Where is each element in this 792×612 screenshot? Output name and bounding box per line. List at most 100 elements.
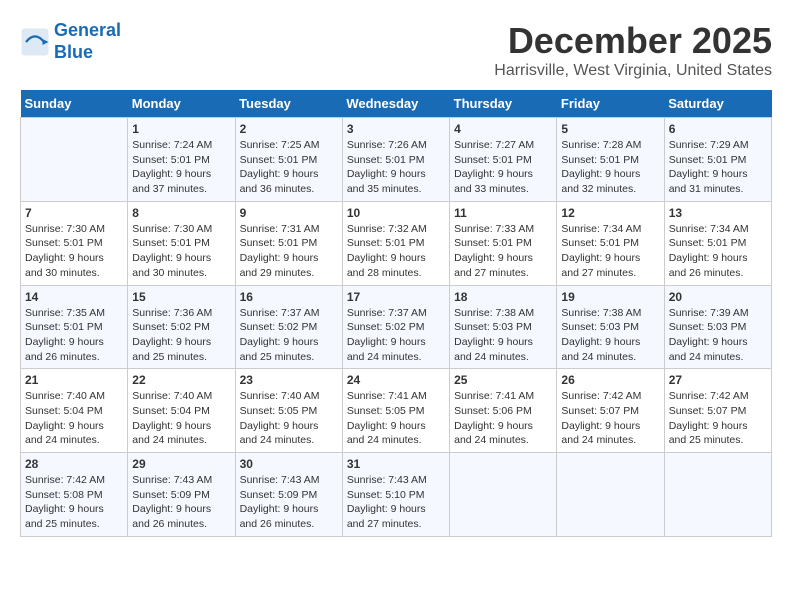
day-info: Sunrise: 7:40 AM Sunset: 5:05 PM Dayligh… <box>240 389 338 448</box>
day-info: Sunrise: 7:26 AM Sunset: 5:01 PM Dayligh… <box>347 138 445 197</box>
day-info: Sunrise: 7:38 AM Sunset: 5:03 PM Dayligh… <box>454 306 552 365</box>
header-cell-wednesday: Wednesday <box>342 90 449 118</box>
day-number: 15 <box>132 290 230 304</box>
day-info: Sunrise: 7:30 AM Sunset: 5:01 PM Dayligh… <box>25 222 123 281</box>
day-number: 4 <box>454 122 552 136</box>
week-row-5: 28 Sunrise: 7:42 AM Sunset: 5:08 PM Dayli… <box>21 453 772 537</box>
day-info: Sunrise: 7:25 AM Sunset: 5:01 PM Dayligh… <box>240 138 338 197</box>
day-info: Sunrise: 7:43 AM Sunset: 5:10 PM Dayligh… <box>347 473 445 532</box>
day-cell: 26Sunrise: 7:42 AM Sunset: 5:07 PM Dayli… <box>557 369 664 453</box>
page-header: General Blue December 2025 Harrisville, … <box>20 20 772 80</box>
day-number: 25 <box>454 373 552 387</box>
day-info: Sunrise: 7:30 AM Sunset: 5:01 PM Dayligh… <box>132 222 230 281</box>
day-number: 20 <box>669 290 767 304</box>
month-title: December 2025 <box>494 20 772 62</box>
day-cell: 10Sunrise: 7:32 AM Sunset: 5:01 PM Dayli… <box>342 201 449 285</box>
day-number: 11 <box>454 206 552 220</box>
day-number: 7 <box>25 206 123 220</box>
day-cell: 28 Sunrise: 7:42 AM Sunset: 5:08 PM Dayli… <box>21 453 128 537</box>
logo-line2: Blue <box>54 42 93 62</box>
week-row-2: 7 Sunrise: 7:30 AM Sunset: 5:01 PM Daylig… <box>21 201 772 285</box>
day-cell: 9 Sunrise: 7:31 AM Sunset: 5:01 PM Daylig… <box>235 201 342 285</box>
day-cell: 15Sunrise: 7:36 AM Sunset: 5:02 PM Dayli… <box>128 285 235 369</box>
day-cell <box>450 453 557 537</box>
day-cell: 3 Sunrise: 7:26 AM Sunset: 5:01 PM Daylig… <box>342 118 449 202</box>
day-cell: 7 Sunrise: 7:30 AM Sunset: 5:01 PM Daylig… <box>21 201 128 285</box>
day-info: Sunrise: 7:43 AM Sunset: 5:09 PM Dayligh… <box>240 473 338 532</box>
calendar-table: SundayMondayTuesdayWednesdayThursdayFrid… <box>20 90 772 537</box>
day-number: 13 <box>669 206 767 220</box>
day-number: 18 <box>454 290 552 304</box>
day-number: 9 <box>240 206 338 220</box>
day-info: Sunrise: 7:42 AM Sunset: 5:08 PM Dayligh… <box>25 473 123 532</box>
day-number: 23 <box>240 373 338 387</box>
day-info: Sunrise: 7:34 AM Sunset: 5:01 PM Dayligh… <box>561 222 659 281</box>
day-info: Sunrise: 7:33 AM Sunset: 5:01 PM Dayligh… <box>454 222 552 281</box>
day-number: 5 <box>561 122 659 136</box>
day-info: Sunrise: 7:40 AM Sunset: 5:04 PM Dayligh… <box>132 389 230 448</box>
day-number: 2 <box>240 122 338 136</box>
title-area: December 2025 Harrisville, West Virginia… <box>494 20 772 80</box>
day-cell: 20 Sunrise: 7:39 AM Sunset: 5:03 PM Dayli… <box>664 285 771 369</box>
day-info: Sunrise: 7:27 AM Sunset: 5:01 PM Dayligh… <box>454 138 552 197</box>
day-info: Sunrise: 7:42 AM Sunset: 5:07 PM Dayligh… <box>669 389 767 448</box>
day-cell: 18 Sunrise: 7:38 AM Sunset: 5:03 PM Dayli… <box>450 285 557 369</box>
header-cell-sunday: Sunday <box>21 90 128 118</box>
day-info: Sunrise: 7:32 AM Sunset: 5:01 PM Dayligh… <box>347 222 445 281</box>
day-number: 28 <box>25 457 123 471</box>
day-cell: 6Sunrise: 7:29 AM Sunset: 5:01 PM Daylig… <box>664 118 771 202</box>
day-cell: 31 Sunrise: 7:43 AM Sunset: 5:10 PM Dayli… <box>342 453 449 537</box>
day-info: Sunrise: 7:43 AM Sunset: 5:09 PM Dayligh… <box>132 473 230 532</box>
day-info: Sunrise: 7:41 AM Sunset: 5:05 PM Dayligh… <box>347 389 445 448</box>
day-cell: 12 Sunrise: 7:34 AM Sunset: 5:01 PM Dayli… <box>557 201 664 285</box>
day-number: 24 <box>347 373 445 387</box>
day-info: Sunrise: 7:37 AM Sunset: 5:02 PM Dayligh… <box>347 306 445 365</box>
day-info: Sunrise: 7:41 AM Sunset: 5:06 PM Dayligh… <box>454 389 552 448</box>
day-number: 8 <box>132 206 230 220</box>
day-info: Sunrise: 7:31 AM Sunset: 5:01 PM Dayligh… <box>240 222 338 281</box>
day-info: Sunrise: 7:40 AM Sunset: 5:04 PM Dayligh… <box>25 389 123 448</box>
day-cell: 25 Sunrise: 7:41 AM Sunset: 5:06 PM Dayli… <box>450 369 557 453</box>
day-cell: 5 Sunrise: 7:28 AM Sunset: 5:01 PM Daylig… <box>557 118 664 202</box>
day-cell: 17Sunrise: 7:37 AM Sunset: 5:02 PM Dayli… <box>342 285 449 369</box>
header-cell-saturday: Saturday <box>664 90 771 118</box>
location: Harrisville, West Virginia, United State… <box>494 62 772 80</box>
day-number: 14 <box>25 290 123 304</box>
header-cell-thursday: Thursday <box>450 90 557 118</box>
day-number: 16 <box>240 290 338 304</box>
day-info: Sunrise: 7:29 AM Sunset: 5:01 PM Dayligh… <box>669 138 767 197</box>
day-cell: 22Sunrise: 7:40 AM Sunset: 5:04 PM Dayli… <box>128 369 235 453</box>
day-info: Sunrise: 7:37 AM Sunset: 5:02 PM Dayligh… <box>240 306 338 365</box>
day-info: Sunrise: 7:39 AM Sunset: 5:03 PM Dayligh… <box>669 306 767 365</box>
day-number: 31 <box>347 457 445 471</box>
day-number: 29 <box>132 457 230 471</box>
header-cell-tuesday: Tuesday <box>235 90 342 118</box>
day-cell: 11 Sunrise: 7:33 AM Sunset: 5:01 PM Dayli… <box>450 201 557 285</box>
header-cell-friday: Friday <box>557 90 664 118</box>
header-cell-monday: Monday <box>128 90 235 118</box>
day-number: 21 <box>25 373 123 387</box>
day-info: Sunrise: 7:34 AM Sunset: 5:01 PM Dayligh… <box>669 222 767 281</box>
day-cell: 2 Sunrise: 7:25 AM Sunset: 5:01 PM Daylig… <box>235 118 342 202</box>
week-row-1: 1Sunrise: 7:24 AM Sunset: 5:01 PM Daylig… <box>21 118 772 202</box>
day-cell: 14 Sunrise: 7:35 AM Sunset: 5:01 PM Dayli… <box>21 285 128 369</box>
day-info: Sunrise: 7:42 AM Sunset: 5:07 PM Dayligh… <box>561 389 659 448</box>
day-cell: 4 Sunrise: 7:27 AM Sunset: 5:01 PM Daylig… <box>450 118 557 202</box>
day-info: Sunrise: 7:35 AM Sunset: 5:01 PM Dayligh… <box>25 306 123 365</box>
day-number: 12 <box>561 206 659 220</box>
day-cell: 29 Sunrise: 7:43 AM Sunset: 5:09 PM Dayli… <box>128 453 235 537</box>
day-cell: 1Sunrise: 7:24 AM Sunset: 5:01 PM Daylig… <box>128 118 235 202</box>
day-cell: 16 Sunrise: 7:37 AM Sunset: 5:02 PM Dayli… <box>235 285 342 369</box>
day-number: 1 <box>132 122 230 136</box>
day-cell: 30 Sunrise: 7:43 AM Sunset: 5:09 PM Dayli… <box>235 453 342 537</box>
day-cell: 27Sunrise: 7:42 AM Sunset: 5:07 PM Dayli… <box>664 369 771 453</box>
day-number: 3 <box>347 122 445 136</box>
day-cell <box>21 118 128 202</box>
day-number: 30 <box>240 457 338 471</box>
day-info: Sunrise: 7:28 AM Sunset: 5:01 PM Dayligh… <box>561 138 659 197</box>
day-cell: 8 Sunrise: 7:30 AM Sunset: 5:01 PM Daylig… <box>128 201 235 285</box>
day-cell <box>557 453 664 537</box>
week-row-3: 14 Sunrise: 7:35 AM Sunset: 5:01 PM Dayli… <box>21 285 772 369</box>
day-cell <box>664 453 771 537</box>
day-cell: 19Sunrise: 7:38 AM Sunset: 5:03 PM Dayli… <box>557 285 664 369</box>
